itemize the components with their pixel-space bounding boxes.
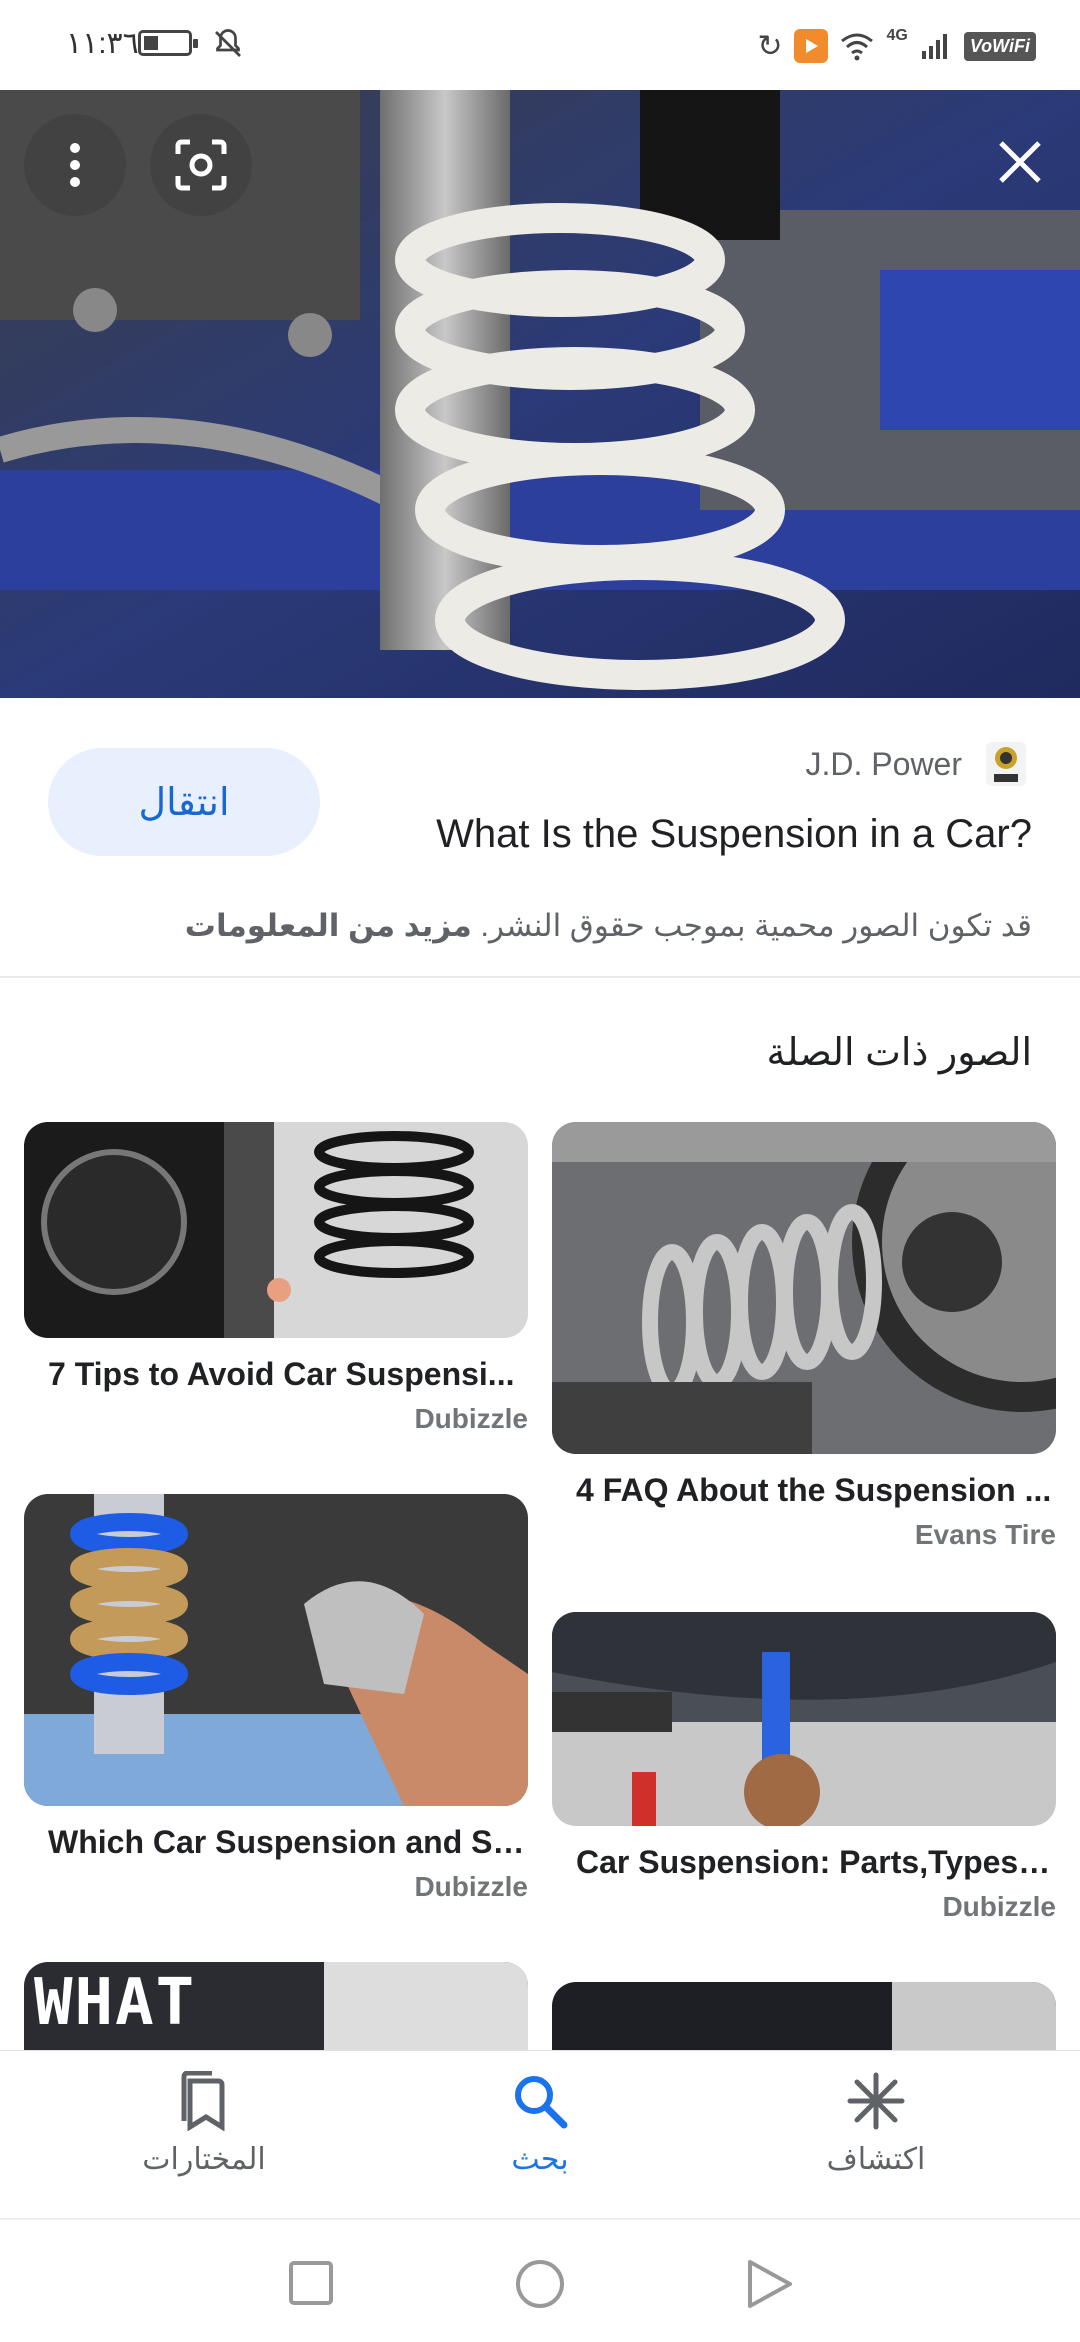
nav-item-search[interactable]: بحث xyxy=(410,2071,670,2177)
close-button[interactable] xyxy=(970,112,1070,212)
source-name: J.D. Power xyxy=(805,745,962,782)
related-images-heading: الصور ذات الصلة xyxy=(766,1032,1032,1074)
nav-item-collections[interactable]: المختارات xyxy=(74,2070,334,2177)
source-favicon-icon xyxy=(986,742,1026,786)
nav-item-discover[interactable]: اكتشاف xyxy=(746,2071,1006,2177)
hero-image[interactable] xyxy=(0,90,1080,698)
vowifi-badge: VoWiFi xyxy=(963,31,1036,61)
related-caption: Which Car Suspension and St... xyxy=(48,1824,528,1860)
related-thumbnail[interactable] xyxy=(24,1122,528,1338)
asterisk-icon xyxy=(847,2072,905,2130)
lens-icon xyxy=(175,139,227,191)
signal-icon xyxy=(921,34,947,59)
related-card[interactable]: 4 FAQ About the Suspension ... Evans Tir… xyxy=(552,1122,1056,1551)
search-icon xyxy=(515,2076,568,2129)
related-card[interactable]: 7 Tips to Avoid Car Suspensi... Dubizzle xyxy=(24,1122,528,1435)
lens-search-button[interactable] xyxy=(150,114,252,216)
related-source: Dubizzle xyxy=(942,1891,1056,1922)
related-caption: Car Suspension: Parts,Types, ... xyxy=(576,1844,1056,1880)
related-thumbnail[interactable] xyxy=(552,1122,1056,1454)
more-info-link[interactable]: مزيد من المعلومات xyxy=(185,908,472,943)
result-title[interactable]: What Is the Suspension in a Car? xyxy=(436,812,1032,857)
network-type: 4G xyxy=(886,27,908,44)
app-notification-icon xyxy=(794,29,829,63)
related-caption: 7 Tips to Avoid Car Suspensi... xyxy=(48,1356,515,1392)
related-card[interactable]: Car Suspension: Parts,Types, ... Dubizzl… xyxy=(552,1612,1056,1923)
recent-apps-icon[interactable] xyxy=(288,2260,334,2306)
close-icon xyxy=(999,141,1041,183)
thumbnail-overlay-text: WHAT xyxy=(34,1966,197,2040)
status-time: ١١:٣٦ xyxy=(66,27,139,60)
related-thumbnail[interactable] xyxy=(552,1612,1056,1826)
status-bar: ١١:٣٦ ↻ 4G VoWiFi xyxy=(0,0,1080,90)
nav-label: اكتشاف xyxy=(826,2143,926,2176)
notifications-off-icon xyxy=(215,29,241,57)
home-icon[interactable] xyxy=(514,2258,566,2310)
nav-label: المختارات xyxy=(142,2143,266,2176)
related-source: Dubizzle xyxy=(414,1403,528,1434)
related-thumbnail[interactable] xyxy=(24,1494,528,1806)
nav-label: بحث xyxy=(511,2143,569,2176)
system-navigation-bar xyxy=(0,2218,1080,2342)
bottom-navigation: المختارات بحث اكتشاف xyxy=(0,2050,1080,2217)
related-caption: 4 FAQ About the Suspension ... xyxy=(576,1472,1052,1508)
more-vert-icon xyxy=(70,143,80,187)
battery-icon xyxy=(138,30,198,56)
more-options-button[interactable] xyxy=(24,114,126,216)
divider xyxy=(0,976,1080,978)
visit-button[interactable]: انتقال xyxy=(48,748,320,856)
wifi-icon xyxy=(841,33,874,61)
source-row[interactable]: J.D. Power xyxy=(806,738,1032,790)
related-card[interactable]: Which Car Suspension and St... Dubizzle xyxy=(24,1494,528,1903)
sync-icon: ↻ xyxy=(757,29,783,63)
related-source: Dubizzle xyxy=(414,1871,528,1902)
copyright-text: قد تكون الصور محمية بموجب حقوق النشر. xyxy=(480,908,1032,943)
bookmarks-icon xyxy=(181,2070,225,2132)
back-icon[interactable] xyxy=(746,2258,794,2310)
copyright-notice: قد تكون الصور محمية بموجب حقوق النشر. مز… xyxy=(185,908,1032,944)
related-source: Evans Tire xyxy=(914,1519,1056,1550)
